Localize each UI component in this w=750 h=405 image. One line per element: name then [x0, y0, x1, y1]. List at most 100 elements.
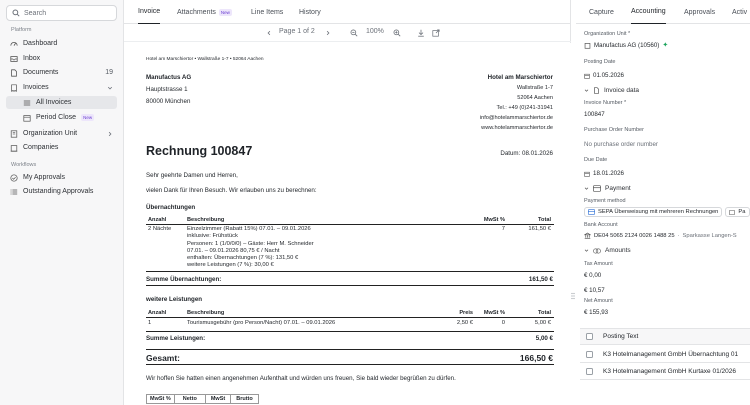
po-number-field[interactable]: No purchase order number	[584, 141, 658, 148]
organization-icon	[10, 129, 18, 138]
due-date-label: Due Date	[584, 157, 608, 163]
bank-account-field[interactable]: DE04 5065 2124 0026 1488 25 · Sparkasse …	[584, 232, 737, 239]
next-page-button[interactable]	[323, 28, 333, 38]
sidebar-item-dashboard[interactable]: Dashboard	[6, 37, 117, 50]
sidebar-item-period-close[interactable]: Period Close New	[6, 111, 117, 124]
net-amount-label: Net Amount	[584, 298, 613, 304]
row1-anzahl: 2 Nächte	[148, 226, 172, 232]
sidebar-item-label: Invoices	[23, 84, 49, 91]
building-icon	[10, 144, 18, 152]
download-icon[interactable]	[416, 28, 426, 38]
bank-account-label: Bank Account	[584, 222, 618, 228]
sidebar-item-outstanding-approvals[interactable]: Outstanding Approvals	[6, 185, 117, 198]
tab-history[interactable]: History	[299, 0, 321, 24]
table-header-row: Posting Text	[580, 328, 750, 345]
invoice-document: Hotel am Marschiertor • Wallstraße 1-7 •…	[124, 43, 571, 405]
sidebar-item-all-invoices[interactable]: All Invoices	[6, 96, 117, 109]
sidebar-item-my-approvals[interactable]: My Approvals	[6, 171, 117, 184]
zoom-level: 100%	[366, 28, 384, 35]
payment-section[interactable]: Payment	[584, 185, 631, 192]
sidebar-item-label: All Invoices	[36, 99, 72, 106]
payment-method-field[interactable]: SEPA Überweisung mit mehreren Rechnungen…	[584, 207, 750, 217]
recipient-street: Hauptstrasse 1	[146, 86, 188, 93]
col-preis: Preis	[459, 310, 473, 316]
sidebar-item-organization-unit[interactable]: Organization Unit	[6, 127, 117, 140]
list-check-icon	[10, 188, 18, 196]
table-divider	[146, 317, 554, 318]
external-link-icon[interactable]	[431, 28, 441, 38]
panel-resize-handle[interactable]	[571, 0, 575, 405]
section-overnight-heading: Übernachtungen	[146, 204, 196, 211]
payment-method-chip-2[interactable]: Pa	[725, 207, 750, 217]
invoice-data-section[interactable]: Invoice data	[584, 87, 639, 94]
column-header-posting-text: Posting Text	[603, 333, 639, 340]
amount-field[interactable]: € 10,57	[584, 287, 605, 294]
section-label: Payment	[605, 185, 631, 192]
sum-overnight-value: 161,50 €	[528, 276, 553, 283]
due-date-field[interactable]: 18.01.2026	[584, 170, 624, 177]
new-badge: New	[81, 114, 95, 121]
tab-capture[interactable]: Capture	[589, 0, 614, 24]
credit-card-icon	[593, 185, 601, 192]
net-amount-field[interactable]: € 155,93	[584, 309, 608, 316]
table-row[interactable]: K3 Hotelmanagement GmbH Übernachtung 01	[580, 346, 750, 363]
org-unit-field[interactable]: Manufactus AG (10560) ✦	[584, 41, 668, 49]
coins-icon	[593, 248, 601, 254]
chevron-down-icon	[584, 186, 589, 191]
sidebar-item-label: Companies	[23, 144, 59, 151]
posting-date-field[interactable]: 01.05.2026	[584, 72, 624, 79]
new-badge: New	[218, 8, 232, 16]
sidebar-item-label: Dashboard	[23, 40, 58, 47]
zoom-out-button[interactable]	[349, 28, 359, 38]
tab-approvals[interactable]: Approvals	[684, 0, 715, 24]
select-all-checkbox[interactable]	[586, 333, 593, 340]
row2-preis: 2,50 €	[456, 320, 473, 326]
zoom-in-button[interactable]	[392, 28, 402, 38]
tab-invoice[interactable]: Invoice	[138, 0, 161, 24]
row2-anzahl: 1	[148, 320, 152, 326]
greeting: Sehr geehrte Damen und Herren,	[146, 172, 238, 179]
row-checkbox[interactable]	[586, 367, 593, 375]
sidebar-item-invoices[interactable]: Invoices	[6, 81, 117, 94]
list-icon	[23, 99, 31, 107]
total-label: Gesamt:	[146, 353, 181, 363]
tab-activity[interactable]: Activ	[732, 0, 747, 24]
table-divider	[146, 331, 554, 332]
sidebar-item-label: Organization Unit	[23, 130, 78, 137]
total-value: 166,50 €	[519, 353, 553, 363]
tax-amount-field[interactable]: € 0,00	[584, 272, 601, 279]
desc-line: Einzelzimmer (Rabatt 15%) 07.01. – 09.01…	[187, 226, 311, 232]
po-number-label: Purchase Order Number	[584, 127, 644, 133]
sender-line: Hotel am Marschiertor • Wallstraße 1-7 •…	[146, 57, 264, 62]
vat-header: Brutto	[236, 396, 253, 402]
search-input[interactable]: Search	[6, 5, 117, 21]
documents-count: 19	[105, 69, 113, 76]
payment-method-chip[interactable]: SEPA Überweisung mit mehreren Rechnungen	[584, 207, 723, 217]
sidebar-item-inbox[interactable]: Inbox	[6, 52, 117, 65]
row2-description: Tourismusgebühr (pro Person/Nacht) 07.01…	[187, 320, 336, 326]
table-divider	[146, 271, 554, 272]
hotel-email: info@hotelammarschiertor.de	[479, 115, 553, 121]
table-row[interactable]: K3 Hotelmanagement GmbH Kurtaxe 01/2026	[580, 363, 750, 380]
row1-total: 161,50 €	[528, 226, 551, 232]
amounts-section[interactable]: Amounts	[584, 247, 631, 254]
invoice-number-field[interactable]: 100847	[584, 111, 605, 118]
sidebar-item-documents[interactable]: Documents 19	[6, 66, 117, 79]
tab-label: Accounting	[631, 8, 666, 15]
row-checkbox[interactable]	[586, 350, 593, 358]
section-label: Amounts	[605, 247, 631, 254]
previous-page-button[interactable]	[264, 28, 274, 38]
sidebar-item-companies[interactable]: Companies	[6, 141, 117, 154]
tab-label: Invoice	[138, 8, 161, 15]
intro-text: vielen Dank für Ihren Besuch. Wir erlaub…	[146, 187, 317, 194]
sidebar: Search Platform Dashboard Inbox Document…	[0, 0, 124, 405]
details-tabs: Capture Accounting Approvals Activ	[576, 0, 750, 24]
sidebar-item-label: Inbox	[23, 55, 41, 62]
section-label-workflows: Workflows	[11, 162, 37, 168]
tab-attachments[interactable]: Attachments New	[177, 0, 232, 24]
org-unit-value: Manufactus AG (10560)	[594, 41, 660, 49]
invoice-icon	[10, 83, 18, 92]
tab-accounting[interactable]: Accounting	[631, 0, 666, 24]
tab-label: Approvals	[684, 8, 716, 16]
tab-line-items[interactable]: Line Items	[251, 0, 283, 24]
